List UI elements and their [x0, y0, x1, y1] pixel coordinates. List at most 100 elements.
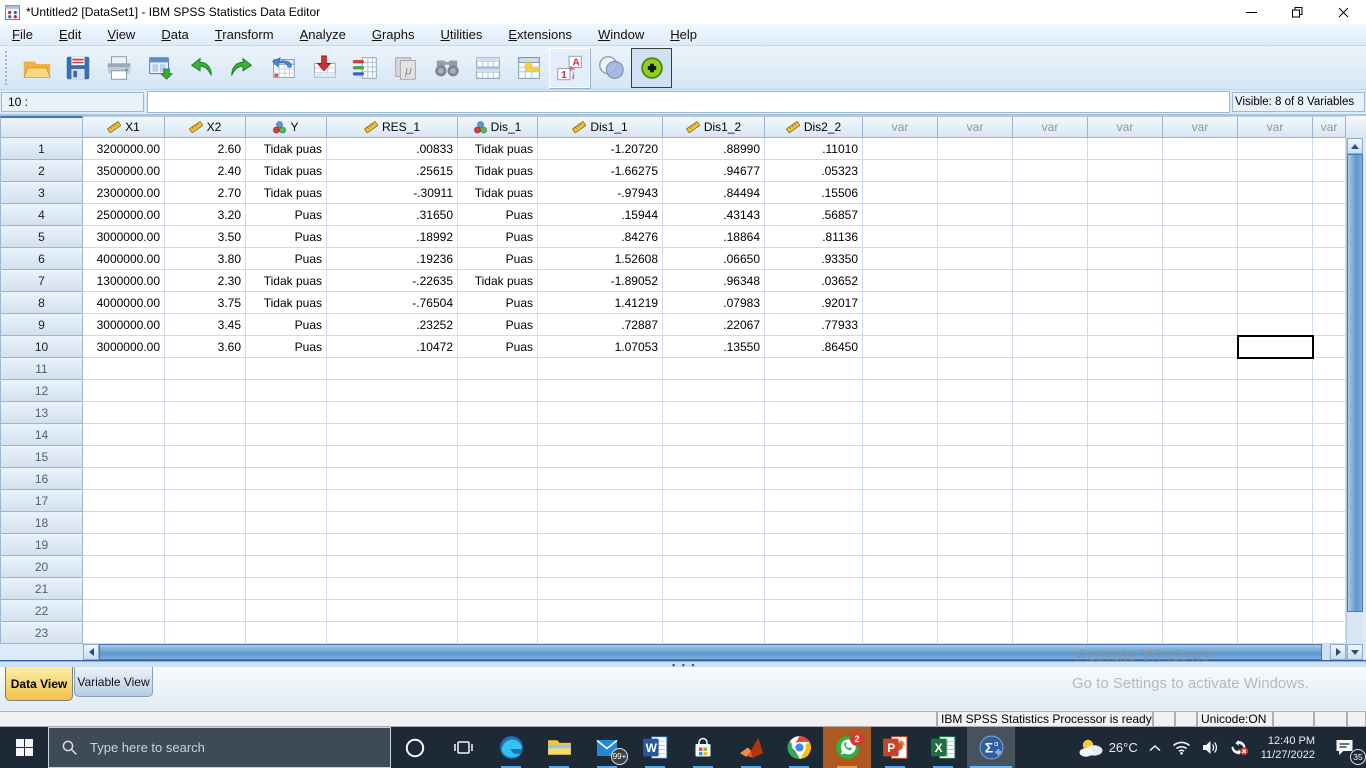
cell-r18c4[interactable] — [327, 512, 458, 534]
cell-r11c14[interactable] — [1238, 358, 1313, 380]
cell-r19c9[interactable] — [863, 534, 938, 556]
cell-r21c12[interactable] — [1088, 578, 1163, 600]
taskbar-file-explorer[interactable] — [535, 727, 583, 768]
cell-r10c9[interactable] — [863, 336, 938, 358]
cell-r11c10[interactable] — [938, 358, 1013, 380]
cell-r3c7[interactable]: .84494 — [663, 182, 765, 204]
cell-r14c8[interactable] — [765, 424, 863, 446]
cell-r5c12[interactable] — [1088, 226, 1163, 248]
cell-r15c2[interactable] — [165, 446, 246, 468]
cell-r6c9[interactable] — [863, 248, 938, 270]
cell-r8c1[interactable]: 4000000.00 — [83, 292, 165, 314]
cell-r23c10[interactable] — [938, 622, 1013, 644]
cell-r8c6[interactable]: 1.41219 — [538, 292, 663, 314]
cell-r14c9[interactable] — [863, 424, 938, 446]
goto-variable-button[interactable] — [303, 48, 344, 88]
cell-editor[interactable] — [147, 91, 1230, 113]
variables-button[interactable] — [344, 48, 385, 88]
cell-r22c10[interactable] — [938, 600, 1013, 622]
cell-r7c15[interactable] — [1313, 270, 1346, 292]
cell-r21c15[interactable] — [1313, 578, 1346, 600]
row-header-20[interactable]: 20 — [0, 556, 83, 578]
cell-r19c10[interactable] — [938, 534, 1013, 556]
scroll-left-button[interactable] — [83, 644, 99, 660]
cell-r20c3[interactable] — [246, 556, 327, 578]
row-header-3[interactable]: 3 — [0, 182, 83, 204]
cell-r18c8[interactable] — [765, 512, 863, 534]
cell-r5c9[interactable] — [863, 226, 938, 248]
cell-r13c5[interactable] — [458, 402, 538, 424]
cell-r18c15[interactable] — [1313, 512, 1346, 534]
cell-r6c11[interactable] — [1013, 248, 1088, 270]
cell-r6c12[interactable] — [1088, 248, 1163, 270]
cell-r20c8[interactable] — [765, 556, 863, 578]
column-header-x2[interactable]: X2 — [165, 116, 246, 138]
cell-r11c3[interactable] — [246, 358, 327, 380]
cell-r22c8[interactable] — [765, 600, 863, 622]
cell-r16c3[interactable] — [246, 468, 327, 490]
cell-r23c9[interactable] — [863, 622, 938, 644]
cell-r2c12[interactable] — [1088, 160, 1163, 182]
network-icon[interactable] — [1167, 727, 1196, 768]
cell-r23c7[interactable] — [663, 622, 765, 644]
cell-r8c5[interactable]: Puas — [458, 292, 538, 314]
taskbar-edge[interactable] — [487, 727, 535, 768]
cell-r12c3[interactable] — [246, 380, 327, 402]
cell-r3c13[interactable] — [1163, 182, 1238, 204]
column-header-var[interactable]: var — [1313, 116, 1346, 138]
cell-r17c7[interactable] — [663, 490, 765, 512]
cell-r3c10[interactable] — [938, 182, 1013, 204]
cell-r2c14[interactable] — [1238, 160, 1313, 182]
cell-r3c15[interactable] — [1313, 182, 1346, 204]
row-header-12[interactable]: 12 — [0, 380, 83, 402]
menu-graphs[interactable]: Graphs — [364, 25, 423, 44]
cell-r13c7[interactable] — [663, 402, 765, 424]
cell-r3c11[interactable] — [1013, 182, 1088, 204]
cell-r5c7[interactable]: .18864 — [663, 226, 765, 248]
row-header-14[interactable]: 14 — [0, 424, 83, 446]
cell-r2c7[interactable]: .94677 — [663, 160, 765, 182]
cell-r4c1[interactable]: 2500000.00 — [83, 204, 165, 226]
cell-r20c1[interactable] — [83, 556, 165, 578]
cell-r1c14[interactable] — [1238, 138, 1313, 160]
scroll-down-button[interactable] — [1347, 644, 1363, 660]
cell-r5c2[interactable]: 3.50 — [165, 226, 246, 248]
column-header-x1[interactable]: X1 — [83, 116, 165, 138]
cell-r1c8[interactable]: .11010 — [765, 138, 863, 160]
cell-r12c6[interactable] — [538, 380, 663, 402]
cell-r7c5[interactable]: Tidak puas — [458, 270, 538, 292]
cell-r4c9[interactable] — [863, 204, 938, 226]
cell-r10c8[interactable]: .86450 — [765, 336, 863, 358]
cell-r12c9[interactable] — [863, 380, 938, 402]
cell-r20c9[interactable] — [863, 556, 938, 578]
cell-r10c7[interactable]: .13550 — [663, 336, 765, 358]
cell-r4c12[interactable] — [1088, 204, 1163, 226]
cell-r8c9[interactable] — [863, 292, 938, 314]
cell-r11c8[interactable] — [765, 358, 863, 380]
cell-r7c8[interactable]: .03652 — [765, 270, 863, 292]
cell-r15c3[interactable] — [246, 446, 327, 468]
row-header-6[interactable]: 6 — [0, 248, 83, 270]
cell-r2c1[interactable]: 3500000.00 — [83, 160, 165, 182]
cell-r3c4[interactable]: -.30911 — [327, 182, 458, 204]
cell-r14c15[interactable] — [1313, 424, 1346, 446]
cell-r13c2[interactable] — [165, 402, 246, 424]
cell-r21c14[interactable] — [1238, 578, 1313, 600]
cell-r1c10[interactable] — [938, 138, 1013, 160]
cell-r14c14[interactable] — [1238, 424, 1313, 446]
menu-transform[interactable]: Transform — [207, 25, 282, 44]
taskbar-spss[interactable]: Σα — [967, 727, 1015, 768]
cell-r3c9[interactable] — [863, 182, 938, 204]
cell-r6c4[interactable]: .19236 — [327, 248, 458, 270]
taskbar-whatsapp[interactable]: 2 — [823, 727, 871, 768]
cell-r9c15[interactable] — [1313, 314, 1346, 336]
cell-r14c10[interactable] — [938, 424, 1013, 446]
cell-r15c10[interactable] — [938, 446, 1013, 468]
cell-r11c15[interactable] — [1313, 358, 1346, 380]
cell-r13c11[interactable] — [1013, 402, 1088, 424]
column-header-var[interactable]: var — [938, 116, 1013, 138]
cell-r21c6[interactable] — [538, 578, 663, 600]
cell-r19c1[interactable] — [83, 534, 165, 556]
show-all-variables-button[interactable] — [631, 47, 672, 88]
row-header-15[interactable]: 15 — [0, 446, 83, 468]
